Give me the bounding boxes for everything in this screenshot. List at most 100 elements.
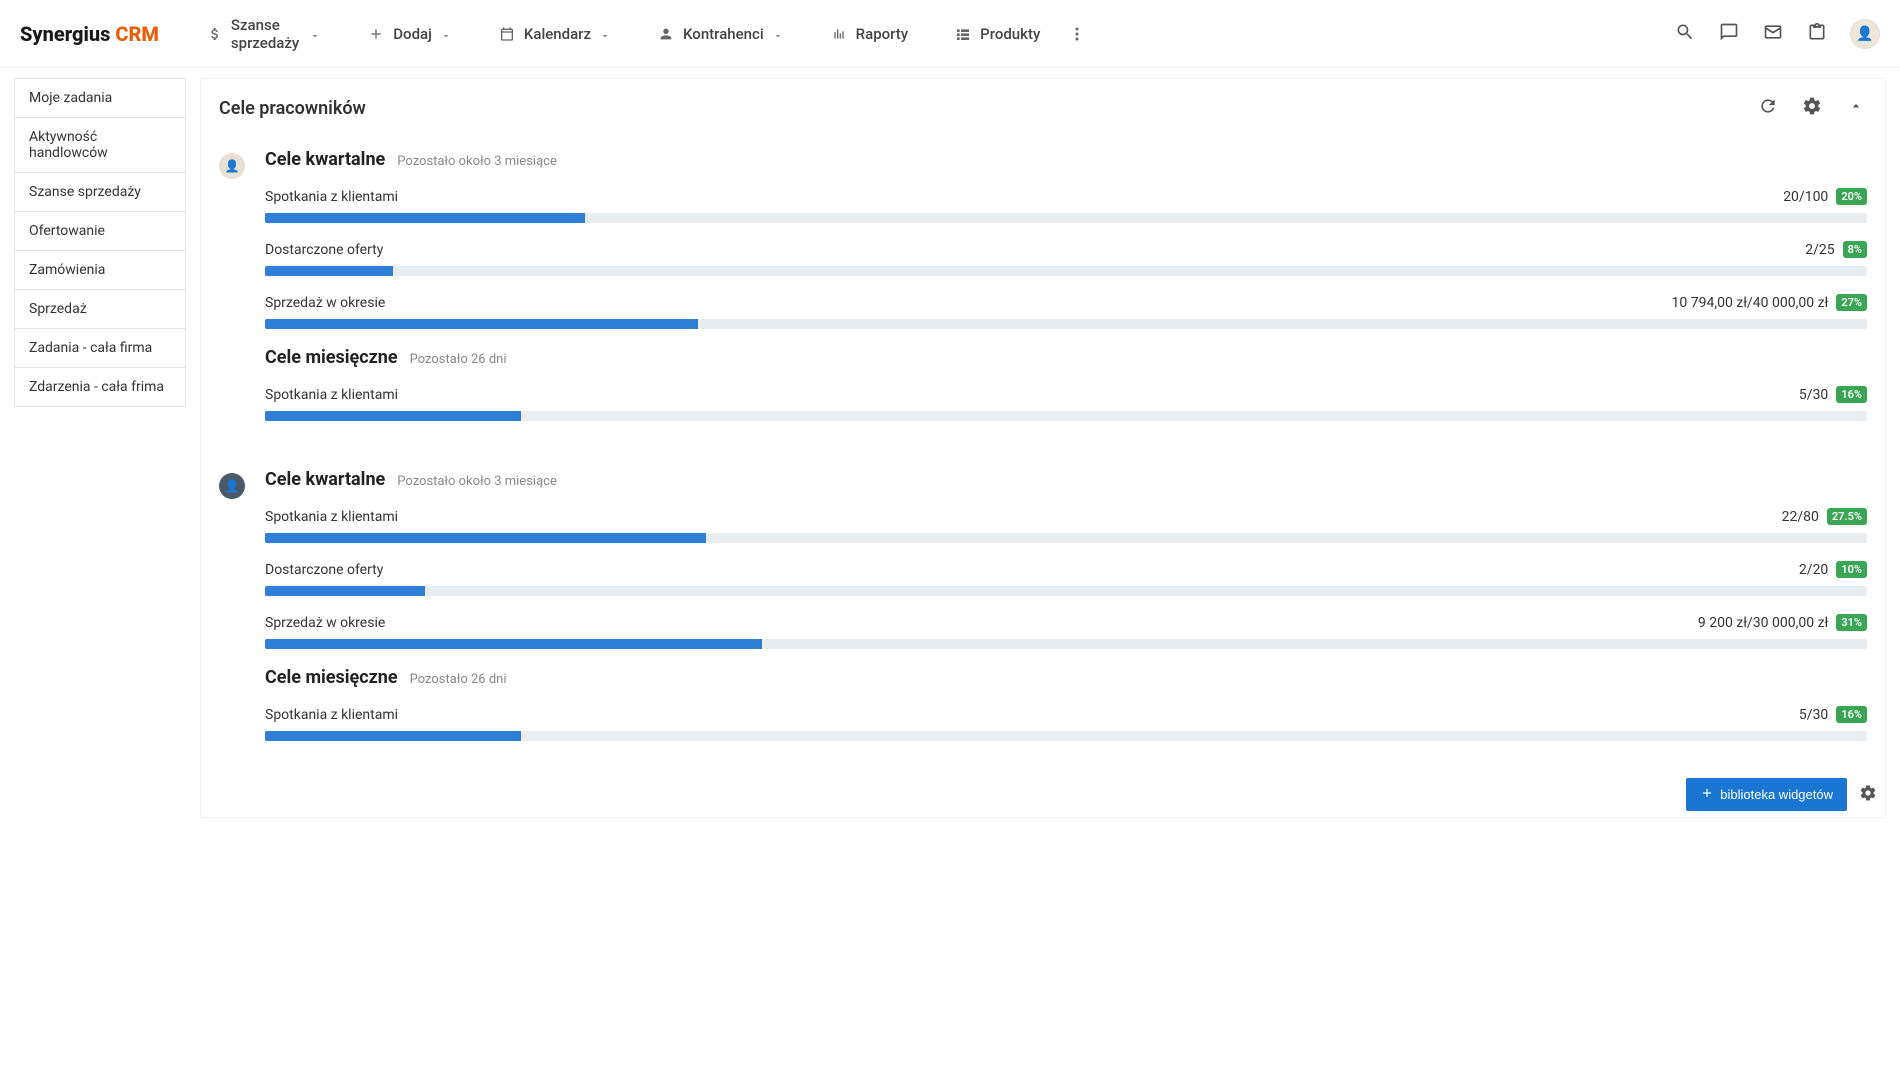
gear-icon <box>1802 96 1822 120</box>
metric-percent-badge: 27% <box>1836 294 1867 311</box>
metric-head: Spotkania z klientami 5/3016% <box>265 386 1867 403</box>
progress-fill <box>265 731 521 741</box>
dollar-icon <box>207 25 223 43</box>
metric-right: 2/258% <box>1805 241 1867 258</box>
progress-fill <box>265 319 698 329</box>
refresh-button[interactable] <box>1757 97 1779 119</box>
metric-percent-badge: 16% <box>1836 386 1867 403</box>
clipboard-button[interactable] <box>1806 23 1828 45</box>
metric-percent-badge: 8% <box>1843 241 1867 258</box>
metric-value: 10 794,00 zł/40 000,00 zł <box>1672 295 1829 311</box>
metric-label: Spotkania z klientami <box>265 509 398 525</box>
metric-percent-badge: 27.5% <box>1827 508 1867 525</box>
progress-fill <box>265 266 393 276</box>
nav-item-4[interactable]: Raporty <box>812 8 926 60</box>
metric-value: 2/20 <box>1799 562 1828 578</box>
sidebar-item-6[interactable]: Zadania - cała firma <box>14 328 186 368</box>
goal-group-subtitle: Pozostało 26 dni <box>410 352 507 367</box>
sidebar-item-1[interactable]: Aktywność handlowców <box>14 117 186 173</box>
search-button[interactable] <box>1674 23 1696 45</box>
sidebar-item-4[interactable]: Zamówienia <box>14 250 186 290</box>
bars-icon <box>830 25 848 43</box>
goal-group-subtitle: Pozostało około 3 miesiące <box>397 154 557 169</box>
metric-head: Dostarczone oferty2/2010% <box>265 561 1867 578</box>
progress-bar <box>265 213 1867 223</box>
goal-group-subtitle: Pozostało około 3 miesiące <box>397 474 557 489</box>
collapse-button[interactable] <box>1845 97 1867 119</box>
nav-label: Dodaj <box>393 25 432 43</box>
metric-head: Sprzedaż w okresie 9 200 zł/30 000,00 zł 3… <box>265 614 1867 631</box>
widget-library-label: biblioteka widgetów <box>1720 787 1833 802</box>
employee-avatar: 👤 <box>219 153 245 179</box>
metric-row: Dostarczone oferty2/2010% <box>265 561 1867 596</box>
nav-label: Kalendarz <box>524 25 591 43</box>
list-icon <box>954 25 972 43</box>
settings-button[interactable] <box>1801 97 1823 119</box>
person-icon <box>657 25 675 43</box>
metric-head: Sprzedaż w okresie10 794,00 zł/40 000,00… <box>265 294 1867 311</box>
sidebar-item-2[interactable]: Szanse sprzedaży <box>14 172 186 212</box>
metric-label: Spotkania z klientami <box>265 189 398 205</box>
metric-head: Spotkania z klientami 22/80 27.5% <box>265 508 1867 525</box>
employee-content: Cele kwartalnePozostało około 3 miesiące… <box>265 149 1867 439</box>
goal-group-subtitle: Pozostało 26 dni <box>410 672 507 687</box>
metric-percent-badge: 10% <box>1836 561 1867 578</box>
nav-item-3[interactable]: Kontrahenci <box>639 8 802 60</box>
employee-content: Cele kwartalne Pozostało około 3 miesiące… <box>265 469 1867 759</box>
metric-value: 22/80 <box>1782 509 1819 525</box>
goal-group-title: Cele miesięczne <box>265 667 398 688</box>
clipboard-icon <box>1807 22 1827 46</box>
sidebar-item-0[interactable]: Moje zadania <box>14 78 186 118</box>
header-actions: 👤 <box>1674 19 1880 49</box>
progress-bar <box>265 266 1867 276</box>
nav-item-2[interactable]: Kalendarz <box>480 8 629 60</box>
panel-header: Cele pracowników <box>219 97 1867 119</box>
chevron-down-icon <box>309 28 321 40</box>
progress-fill <box>265 639 762 649</box>
nav-item-5[interactable]: Produkty <box>936 8 1058 60</box>
metric-head: Spotkania z klientami 20/100 20% <box>265 188 1867 205</box>
body-layout: Moje zadaniaAktywność handlowcówSzanse s… <box>0 68 1900 828</box>
sidebar: Moje zadaniaAktywność handlowcówSzanse s… <box>14 78 186 818</box>
metric-value: 20/100 <box>1783 189 1828 205</box>
footer-settings-button[interactable] <box>1857 784 1879 806</box>
goal-group-header: Cele kwartalne Pozostało około 3 miesiące <box>265 469 1867 490</box>
nav-label: Raporty <box>856 25 908 43</box>
chat-button[interactable] <box>1718 23 1740 45</box>
mail-button[interactable] <box>1762 23 1784 45</box>
metric-percent-badge: 20% <box>1836 188 1867 205</box>
nav-item-1[interactable]: Dodaj <box>349 8 470 60</box>
sidebar-item-7[interactable]: Zdarzenia - cała frima <box>14 367 186 407</box>
sidebar-item-5[interactable]: Sprzedaż <box>14 289 186 329</box>
top-header: Synergius CRM Szanse sprzedażyDodajKalen… <box>0 0 1900 68</box>
panel-title: Cele pracowników <box>219 98 1757 119</box>
progress-fill <box>265 533 706 543</box>
refresh-icon <box>1758 96 1778 120</box>
metric-percent-badge: 31% <box>1836 614 1867 631</box>
metric-head: Dostarczone oferty2/258% <box>265 241 1867 258</box>
metric-label: Sprzedaż w okresie <box>265 615 385 631</box>
goal-group-title: Cele kwartalne <box>265 469 385 490</box>
nav-item-0[interactable]: Szanse sprzedaży <box>189 8 339 60</box>
goal-group-header: Cele miesięczne Pozostało 26 dni <box>265 667 1867 688</box>
metric-right: 5/3016% <box>1799 706 1867 723</box>
gear-icon <box>1859 784 1877 806</box>
logo-text-1: Synergius <box>20 22 115 46</box>
progress-fill <box>265 586 425 596</box>
user-avatar[interactable]: 👤 <box>1850 19 1880 49</box>
more-menu[interactable] <box>1058 17 1096 51</box>
metric-right: 5/3016% <box>1799 386 1867 403</box>
metric-value: 9 200 zł/30 000,00 zł <box>1698 615 1828 631</box>
plus-icon <box>367 25 385 43</box>
metric-label: Spotkania z klientami <box>265 387 398 403</box>
chevron-up-icon <box>1848 98 1864 118</box>
main-nav: Szanse sprzedaży Dodaj Kalendarz Kontrahenc… <box>189 8 1058 60</box>
metric-head: Spotkania z klientami5/3016% <box>265 706 1867 723</box>
sidebar-item-3[interactable]: Ofertowanie <box>14 211 186 251</box>
progress-fill <box>265 213 585 223</box>
employee-avatar: 👤 <box>219 473 245 499</box>
widget-library-button[interactable]: biblioteka widgetów <box>1686 778 1847 811</box>
chevron-down-icon <box>599 28 611 40</box>
nav-label: Kontrahenci <box>683 25 764 43</box>
mail-icon <box>1763 22 1783 46</box>
